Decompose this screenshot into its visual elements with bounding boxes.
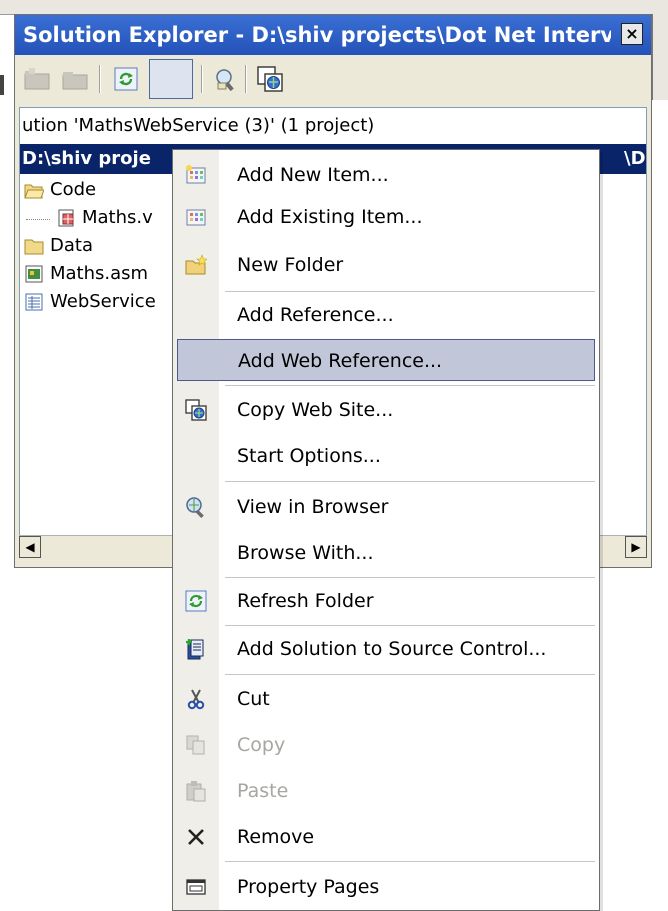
menu-item-label: View in Browser [237,496,389,518]
menu-item-label: Refresh Folder [237,590,374,612]
menu-separator [225,625,595,626]
tree-item-webservice[interactable]: WebService [24,288,156,316]
tree-item-label: Maths.asm [50,263,149,284]
folder-open-icon [24,184,44,199]
tree-item-label: Code [50,179,97,200]
menu-item-browse-with[interactable]: Browse With... [173,532,599,574]
menu-item-refresh-folder[interactable]: Refresh Folder [173,580,599,622]
menu-item-remove[interactable]: Remove [173,816,599,858]
asmx-file-icon [25,265,43,283]
menu-separator [225,291,595,292]
menu-item-label: Add Solution to Source Control... [237,638,547,660]
tree-item-label: Data [50,235,93,256]
menu-item-copy[interactable]: Copy [173,724,599,766]
refresh-folder-icon [185,590,207,612]
asp-net-config-icon[interactable] [209,62,243,96]
menu-item-add-new-item[interactable]: Add New Item... [173,154,599,196]
menu-separator [225,577,595,578]
project-label-tail: \Dis [624,144,646,174]
menu-item-property-pages[interactable]: Property Pages [173,866,599,908]
menu-item-add-to-source-control[interactable]: Add Solution to Source Control... [173,628,599,670]
selected-toolbar-button[interactable] [149,59,193,99]
menu-item-label: Copy [237,734,286,756]
project-label: D:\shiv proje [22,148,151,169]
tree-item-label: WebService [50,291,156,312]
title-bar[interactable]: Solution Explorer - D:\shiv projects\Dot… [15,15,651,55]
show-all-files-icon[interactable] [21,62,55,96]
copy-web-site-icon [185,399,207,421]
folder-icon [24,239,44,255]
remove-icon [188,829,204,845]
menu-item-view-in-browser[interactable]: View in Browser [173,486,599,528]
menu-item-label: Add Existing Item... [237,206,423,228]
copy-icon [186,735,205,755]
menu-item-label: Add Reference... [237,304,394,326]
menu-item-label: New Folder [237,254,344,276]
scroll-left-icon[interactable]: ◀ [19,536,41,558]
menu-separator [225,674,595,675]
view-in-browser-icon [186,497,204,518]
menu-item-cut[interactable]: Cut [173,678,599,720]
desktop-background-strip [0,0,668,15]
menu-item-copy-web-site[interactable]: Copy Web Site... [173,389,599,431]
menu-item-label: Paste [237,780,289,802]
close-button[interactable]: × [621,23,643,45]
property-pages-icon [186,879,206,895]
menu-separator [225,481,595,482]
toolbar-separator [245,65,247,93]
desktop-background-right [652,14,668,100]
scissors-icon [187,689,205,710]
menu-item-add-existing-item[interactable]: Add Existing Item... [173,196,599,238]
refresh-icon[interactable] [109,62,143,96]
menu-separator [225,385,595,386]
tree-item-label: Maths.v [82,207,153,228]
scroll-right-icon[interactable]: ▶ [625,536,647,558]
menu-item-label: Property Pages [237,876,380,898]
menu-separator [225,861,595,862]
menu-item-label: Browse With... [237,542,374,564]
toolbar-separator [201,65,203,93]
menu-item-new-folder[interactable]: New Folder [173,244,599,286]
nest-files-icon[interactable] [59,62,93,96]
menu-item-add-reference[interactable]: Add Reference... [173,294,599,336]
tree-item-maths-asmx[interactable]: Maths.asm [24,260,148,288]
tree-item-code-folder[interactable]: Code [24,176,96,204]
background-edge [0,75,4,95]
copy-web-site-icon[interactable] [253,62,287,96]
tree-connector [26,218,50,220]
tree-item-data-folder[interactable]: Data [24,232,93,260]
menu-item-label: Cut [237,688,270,710]
menu-item-label: Remove [237,826,315,848]
context-menu: Add New Item... Add Existing Item... New… [172,149,600,911]
menu-item-paste[interactable]: Paste [173,770,599,812]
class-file-icon [58,209,74,227]
solution-node[interactable]: ution 'MathsWebService (3)' (1 project) [22,111,374,141]
add-existing-item-icon [186,209,206,226]
menu-item-label: Copy Web Site... [237,399,394,421]
add-new-item-icon [186,165,206,184]
menu-item-add-web-reference[interactable]: Add Web Reference... [177,339,595,381]
toolbar [15,55,651,105]
menu-item-start-options[interactable]: Start Options... [173,435,599,477]
config-file-icon [25,293,43,311]
menu-item-label: Start Options... [237,445,381,467]
source-control-icon [186,639,204,660]
new-folder-icon [185,254,207,275]
toolbar-separator [99,65,101,93]
menu-item-label: Add New Item... [237,164,389,186]
window-title: Solution Explorer - D:\shiv projects\Dot… [23,23,611,47]
menu-item-label: Add Web Reference... [238,350,443,372]
tree-item-maths-class[interactable]: Maths.v [26,204,153,232]
paste-icon [186,781,206,802]
